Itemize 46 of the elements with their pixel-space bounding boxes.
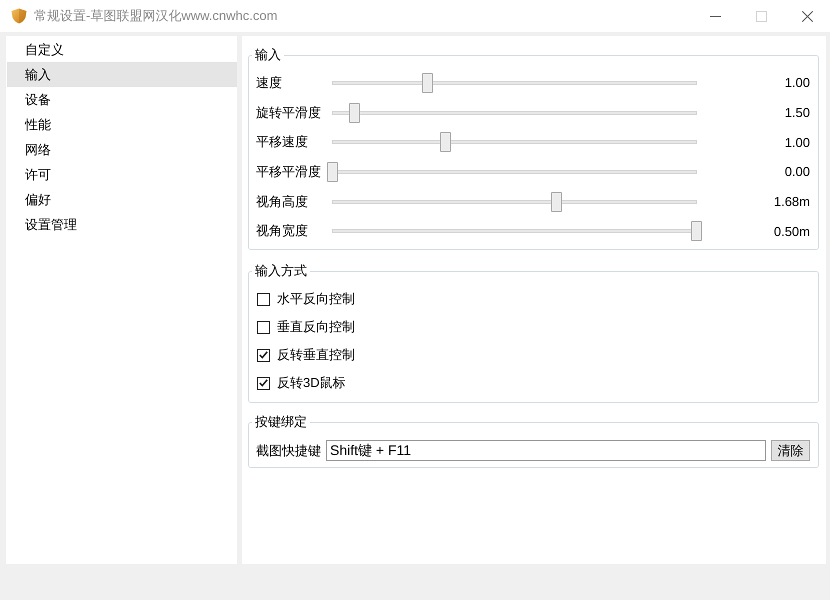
checkbox-label: 水平反向控制 <box>277 290 355 308</box>
checkbox[interactable] <box>257 292 270 306</box>
slider-label: 平移平滑度 <box>256 162 321 181</box>
slider-thumb[interactable] <box>691 221 702 242</box>
slider-thumb[interactable] <box>327 162 338 182</box>
sidebar-item[interactable]: 偏好 <box>7 187 237 212</box>
close-icon <box>802 10 812 22</box>
slider-thumb[interactable] <box>422 72 433 93</box>
checkbox[interactable] <box>257 376 270 390</box>
slider-label: 旋转平滑度 <box>256 104 321 122</box>
maximize-icon <box>756 10 766 22</box>
sidebar-item[interactable]: 设备 <box>7 87 237 112</box>
slider-thumb[interactable] <box>550 192 562 212</box>
checkbox[interactable] <box>257 348 270 362</box>
slider-label: 平移速度 <box>256 133 308 152</box>
slider-label: 视角宽度 <box>256 222 308 240</box>
checkbox-label: 垂直反向控制 <box>277 318 355 336</box>
sidebar-item[interactable]: 性能 <box>7 112 237 137</box>
group-title: 按键绑定 <box>254 414 308 430</box>
clear-button[interactable]: 清除 <box>771 440 810 462</box>
sidebar-item[interactable]: 自定义 <box>7 37 237 62</box>
slider-label: 视角高度 <box>256 192 308 211</box>
checkmark-icon <box>259 379 268 388</box>
slider-thumb[interactable] <box>348 102 360 123</box>
sidebar-item[interactable]: 网络 <box>7 137 237 162</box>
group-title: 输入 <box>254 47 282 63</box>
sidebar-item[interactable]: 设置管理 <box>7 212 237 237</box>
checkbox[interactable] <box>257 320 270 334</box>
slider-value: 1.68m <box>774 194 810 210</box>
slider-label: 速度 <box>256 74 282 92</box>
slider-thumb[interactable] <box>440 132 451 152</box>
shortcut-label: 截图快捷键 <box>256 442 321 460</box>
slider-value: 0.00 <box>784 164 810 180</box>
slider-value: 1.50 <box>784 105 810 120</box>
sidebar-item[interactable]: 许可 <box>7 162 237 187</box>
shortcut-field[interactable]: Shift键 + F11 <box>326 440 766 462</box>
checkmark-icon <box>259 351 268 360</box>
slider-value: 1.00 <box>784 134 810 150</box>
checkbox-label: 反转垂直控制 <box>277 346 355 364</box>
group-title: 输入方式 <box>254 263 308 280</box>
window-title: 常规设置-草图联盟网汉化www.cnwhc.com <box>34 7 278 25</box>
sidebar-item[interactable]: 输入 <box>7 62 237 87</box>
slider-value: 0.50m <box>774 224 810 239</box>
checkbox-label: 反转3D鼠标 <box>277 374 346 392</box>
slider-value: 1.00 <box>784 75 810 90</box>
shield-icon <box>11 8 27 24</box>
